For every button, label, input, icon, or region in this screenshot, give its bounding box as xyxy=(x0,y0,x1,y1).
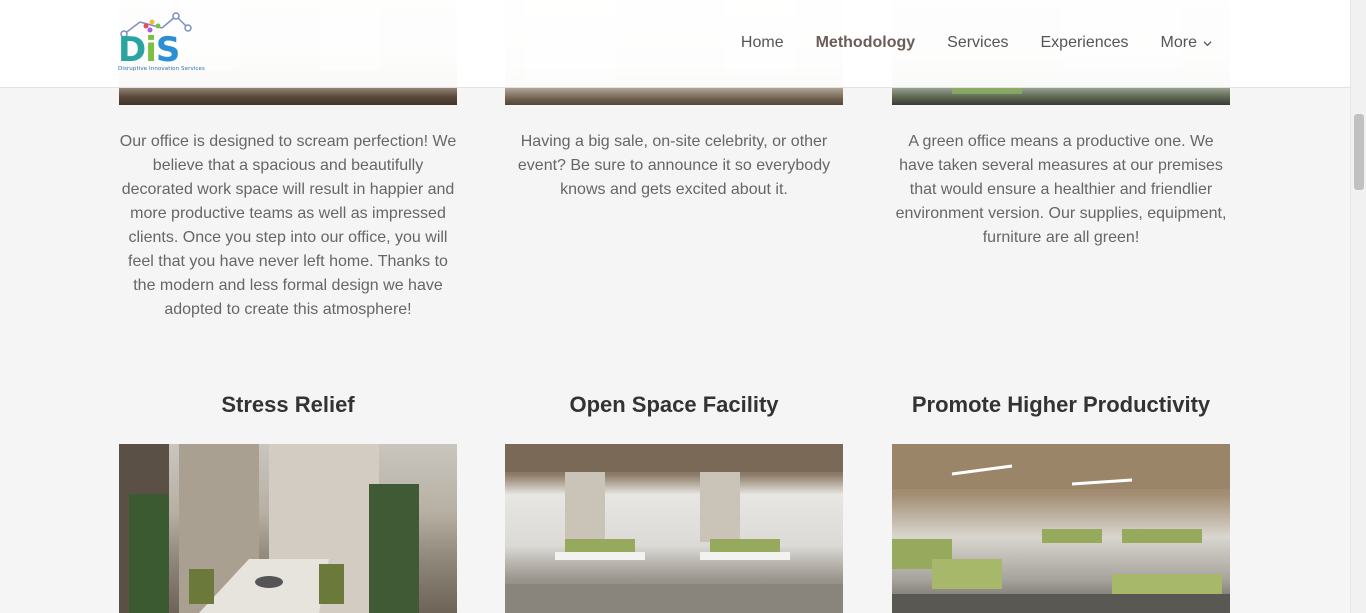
nav-label: More xyxy=(1160,34,1197,51)
nav-label: Methodology xyxy=(815,34,916,51)
logo-tagline: Disruptive Innovation Services xyxy=(118,66,205,72)
logo-wordmark: DiS xyxy=(118,30,180,70)
feature-description: Our office is designed to scream perfect… xyxy=(119,133,457,318)
nav-label: Services xyxy=(947,34,1009,51)
nav-methodology[interactable]: Methodology xyxy=(816,34,916,52)
section-title: Promote Higher Productivity xyxy=(911,392,1211,417)
section-title: Stress Relief xyxy=(221,392,355,417)
feature-description: A green office means a productive one. W… xyxy=(895,133,1227,246)
nav-more[interactable]: More xyxy=(1161,34,1212,52)
section-title: Open Space Facility xyxy=(569,392,779,417)
workstations-photo xyxy=(892,444,1230,613)
nav-label: Experiences xyxy=(1040,34,1129,51)
open-office-photo xyxy=(505,444,843,613)
meeting-room-photo xyxy=(119,444,457,613)
nav-label: Home xyxy=(740,34,784,51)
nav-services[interactable]: Services xyxy=(947,34,1008,52)
nav-experiences[interactable]: Experiences xyxy=(1041,34,1129,52)
chevron-down-icon xyxy=(1203,40,1212,46)
scrollbar-thumb[interactable] xyxy=(1354,114,1364,190)
page-scrollbar[interactable] xyxy=(1350,0,1366,613)
nav-home[interactable]: Home xyxy=(741,34,784,52)
site-logo[interactable]: DiS Disruptive Innovation Services xyxy=(118,12,205,76)
main-nav: Home Methodology Services Experiences Mo… xyxy=(709,34,1212,52)
feature-description: Having a big sale, on-site celebrity, or… xyxy=(517,133,831,198)
site-header: DiS Disruptive Innovation Services Home … xyxy=(0,0,1350,88)
